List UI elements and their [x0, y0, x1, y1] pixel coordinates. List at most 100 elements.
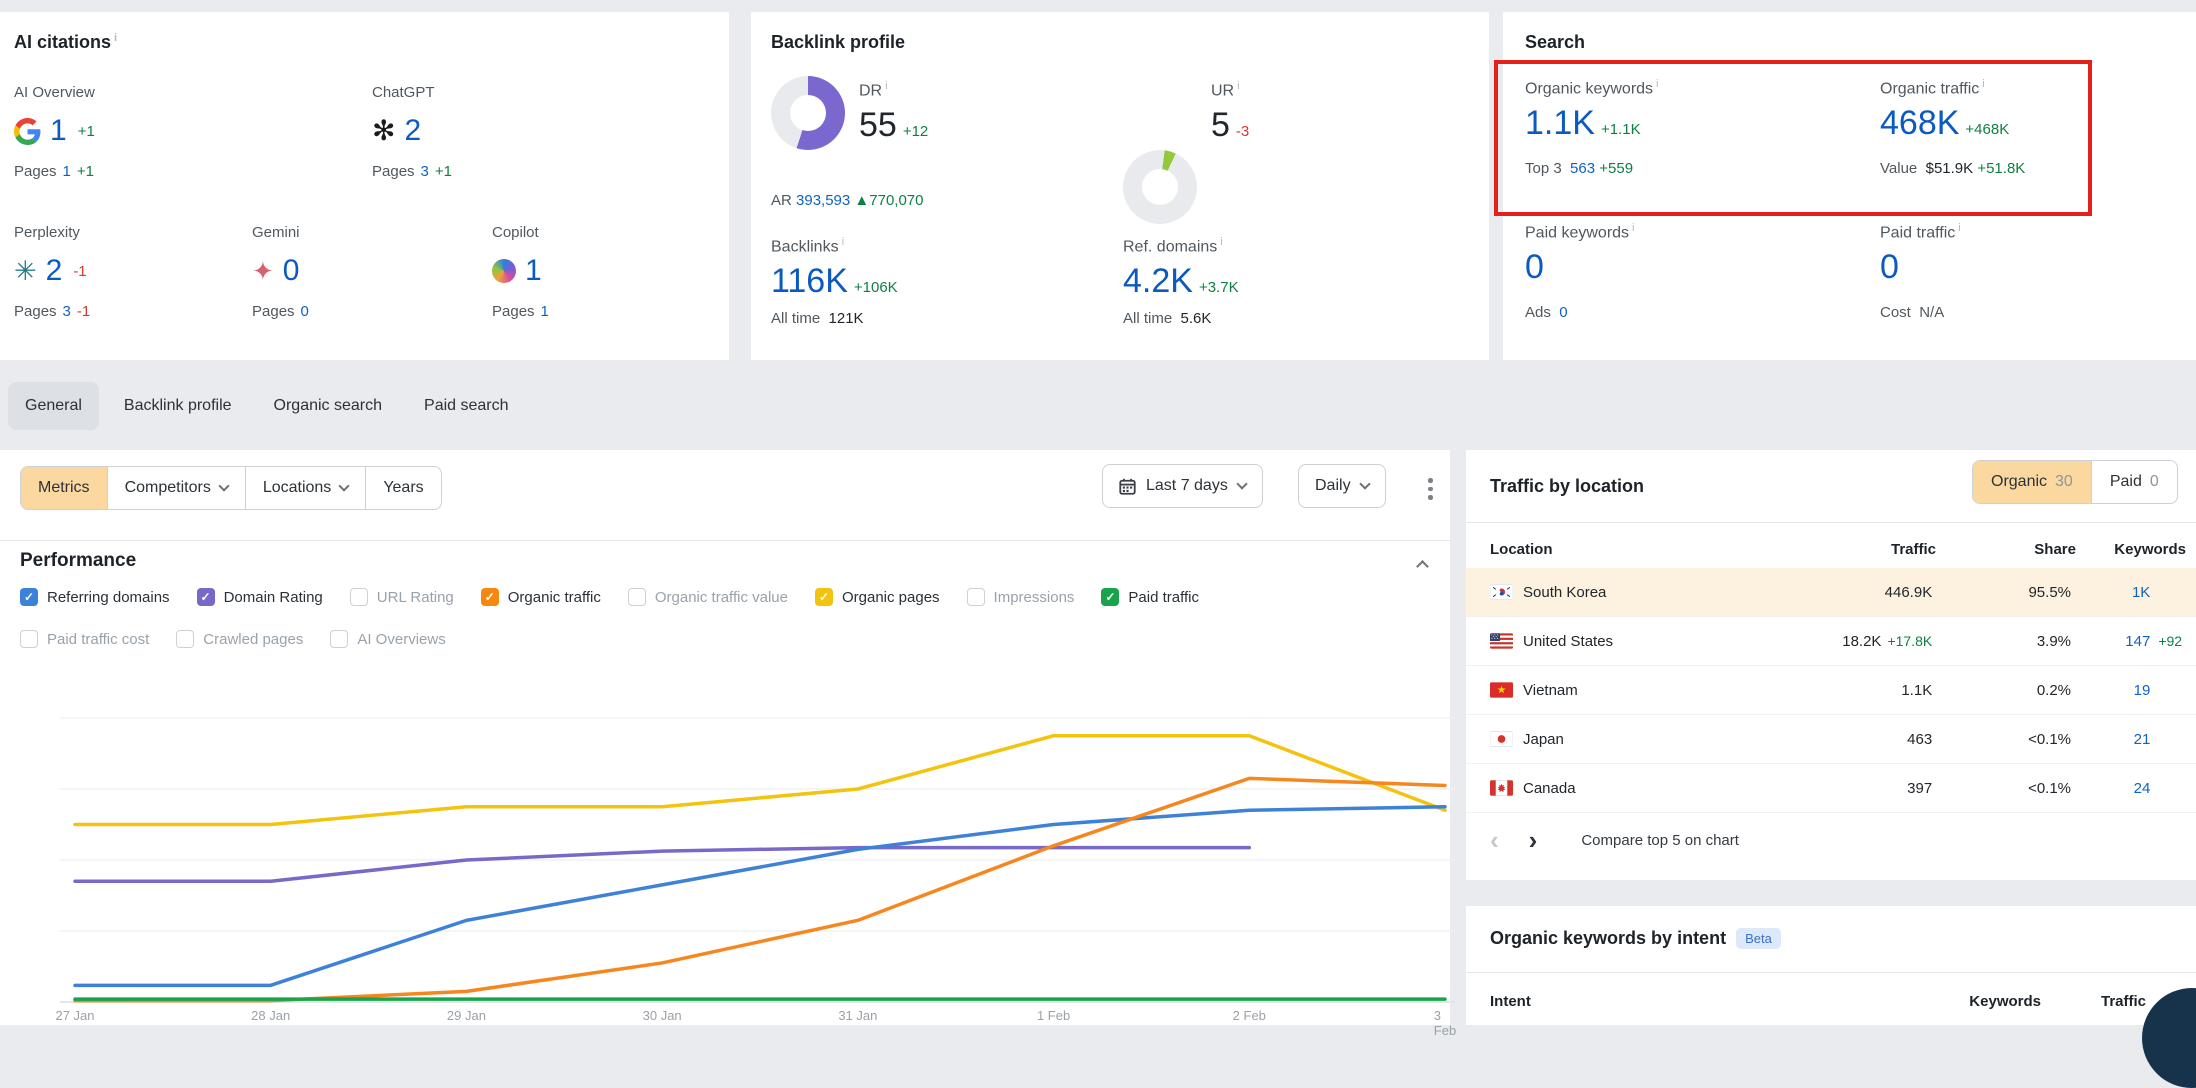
- ai-overview-label: AI Overview: [14, 84, 244, 101]
- ai-overview-value[interactable]: 1: [50, 114, 67, 148]
- info-icon[interactable]: i: [1958, 222, 1960, 234]
- metric-domain-rating[interactable]: ✓Domain Rating: [197, 588, 323, 606]
- table-row-canada[interactable]: Canada 397 <0.1% 24: [1466, 764, 2196, 813]
- table-row-vietnam[interactable]: Vietnam 1.1K 0.2% 19: [1466, 666, 2196, 715]
- checkbox-icon: [628, 588, 646, 606]
- ref-domains-label: Ref. domainsi: [1123, 236, 1223, 256]
- checkbox-icon: [176, 630, 194, 648]
- chevron-down-icon: [1236, 478, 1247, 489]
- performance-chart[interactable]: [60, 655, 1455, 1010]
- compare-top5-link[interactable]: Compare top 5 on chart: [1581, 832, 1739, 849]
- organic-traffic-value[interactable]: 468K: [1880, 104, 1959, 142]
- copilot-value[interactable]: 1: [525, 254, 542, 288]
- backlink-profile-card: Backlink profile DRi 55+12 AR 393,593 ▲7…: [751, 12, 1489, 360]
- backlinks-alltime: All time 121K: [771, 310, 864, 327]
- calendar-icon: [1119, 478, 1136, 495]
- info-icon[interactable]: i: [1220, 236, 1222, 248]
- date-range-label: Last 7 days: [1146, 477, 1228, 495]
- metric-impressions[interactable]: Impressions: [967, 588, 1075, 606]
- date-range-button[interactable]: Last 7 days: [1102, 464, 1263, 508]
- perplexity-value[interactable]: 2: [46, 254, 63, 288]
- metric-referring-domains[interactable]: ✓Referring domains: [20, 588, 170, 606]
- copilot-label: Copilot: [492, 224, 722, 241]
- location-table-header: Location Traffic Share Keywords: [1466, 532, 2196, 566]
- info-icon[interactable]: i: [1656, 78, 1658, 90]
- tab-paid-search[interactable]: Paid search: [407, 382, 526, 430]
- organic-keywords-value[interactable]: 1.1K: [1525, 104, 1595, 142]
- paid-traffic-value[interactable]: 0: [1880, 248, 1899, 286]
- checkbox-icon: ✓: [20, 588, 38, 606]
- cost-row: Cost N/A: [1880, 304, 1944, 321]
- checkbox-icon: [330, 630, 348, 648]
- flag-japan: [1490, 731, 1513, 747]
- locations-segment[interactable]: Locations: [246, 467, 367, 509]
- metric-organic-traffic-value[interactable]: Organic traffic value: [628, 588, 788, 606]
- intent-table-header: Intent Keywords Traffic: [1466, 984, 2196, 1018]
- table-row-south-korea[interactable]: South Korea 446.9K 95.5% 1K: [1466, 568, 2196, 617]
- ai-overview-delta: +1: [78, 123, 95, 140]
- google-icon: [14, 118, 41, 145]
- table-row-united-states[interactable]: United States 18.2K+17.8K 3.9% 147 +92: [1466, 617, 2196, 666]
- years-segment[interactable]: Years: [366, 467, 440, 509]
- checkbox-icon: ✓: [1101, 588, 1119, 606]
- chevron-down-icon: [1359, 478, 1370, 489]
- metric-url-rating[interactable]: URL Rating: [350, 588, 454, 606]
- info-icon[interactable]: i: [1982, 78, 1984, 90]
- chevron-down-icon: [339, 480, 350, 491]
- info-icon[interactable]: i: [1237, 80, 1239, 92]
- chatgpt-label: ChatGPT: [372, 84, 602, 101]
- search-card: Search Organic keywordsi 1.1K+1.1K Top 3…: [1503, 12, 2196, 360]
- metric-paid-traffic-cost[interactable]: Paid traffic cost: [20, 630, 149, 648]
- tab-general[interactable]: General: [8, 382, 99, 430]
- traffic-by-location-title: Traffic by location: [1490, 476, 1644, 497]
- paid-keywords-value[interactable]: 0: [1525, 248, 1544, 286]
- ref-domains-value[interactable]: 4.2K: [1123, 262, 1193, 300]
- granularity-label: Daily: [1315, 477, 1351, 495]
- keywords-link[interactable]: 19: [2071, 682, 2150, 699]
- dr-value: 55: [859, 106, 897, 144]
- chatgpt-value[interactable]: 2: [404, 114, 421, 148]
- keywords-link[interactable]: 24: [2071, 780, 2150, 797]
- backlink-profile-title: Backlink profile: [771, 32, 905, 53]
- gemini-value[interactable]: 0: [283, 254, 300, 288]
- paid-keywords-label: Paid keywordsi: [1525, 222, 1635, 242]
- search-title: Search: [1525, 32, 1585, 53]
- keywords-link[interactable]: 21: [2071, 731, 2150, 748]
- backlinks-value[interactable]: 116K: [771, 262, 848, 300]
- competitors-segment[interactable]: Competitors: [108, 467, 246, 509]
- keywords-link[interactable]: 147: [2071, 633, 2150, 650]
- info-icon[interactable]: i: [842, 236, 844, 248]
- info-icon[interactable]: i: [1632, 222, 1634, 234]
- info-icon[interactable]: i: [114, 32, 117, 44]
- ref-domains-delta: +3.7K: [1199, 279, 1239, 296]
- flag-vietnam: [1490, 682, 1513, 698]
- filter-segmented-control: Metrics Competitors Locations Years: [20, 466, 442, 510]
- tab-organic-search[interactable]: Organic search: [257, 382, 400, 430]
- traffic-by-location-card: Traffic by location Organic30 Paid0 Loca…: [1466, 450, 2196, 880]
- tab-backlink-profile[interactable]: Backlink profile: [107, 382, 249, 430]
- collapse-chevron-icon[interactable]: [1416, 560, 1429, 573]
- granularity-button[interactable]: Daily: [1298, 464, 1386, 508]
- metric-paid-traffic[interactable]: ✓Paid traffic: [1101, 588, 1199, 606]
- metric-organic-traffic[interactable]: ✓Organic traffic: [481, 588, 601, 606]
- metric-crawled-pages[interactable]: Crawled pages: [176, 630, 303, 648]
- metrics-segment[interactable]: Metrics: [21, 467, 108, 509]
- dr-label: DRi: [859, 80, 888, 100]
- metric-ai-overviews[interactable]: AI Overviews: [330, 630, 445, 648]
- metric-organic-pages[interactable]: ✓Organic pages: [815, 588, 940, 606]
- organic-traffic-label: Organic traffici: [1880, 78, 1985, 98]
- keywords-link[interactable]: 1K: [2071, 584, 2150, 601]
- gemini-icon: ✦: [252, 258, 274, 284]
- chatgpt-icon: ✻: [372, 117, 395, 145]
- toggle-organic[interactable]: Organic30: [1973, 461, 2091, 503]
- toggle-paid[interactable]: Paid0: [2091, 461, 2177, 503]
- more-options-kebab-icon[interactable]: [1422, 472, 1439, 506]
- backlinks-label: Backlinksi: [771, 236, 844, 256]
- beta-badge: Beta: [1736, 928, 1781, 949]
- chart-x-axis-labels: 27 Jan28 Jan29 Jan30 Jan31 Jan1 Feb2 Feb…: [60, 1008, 1455, 1028]
- ads-row: Ads 0: [1525, 304, 1568, 321]
- next-page-icon[interactable]: ›: [1529, 827, 1538, 853]
- table-row-japan[interactable]: Japan 463 <0.1% 21: [1466, 715, 2196, 764]
- info-icon[interactable]: i: [885, 80, 887, 92]
- prev-page-icon[interactable]: ‹: [1490, 827, 1499, 853]
